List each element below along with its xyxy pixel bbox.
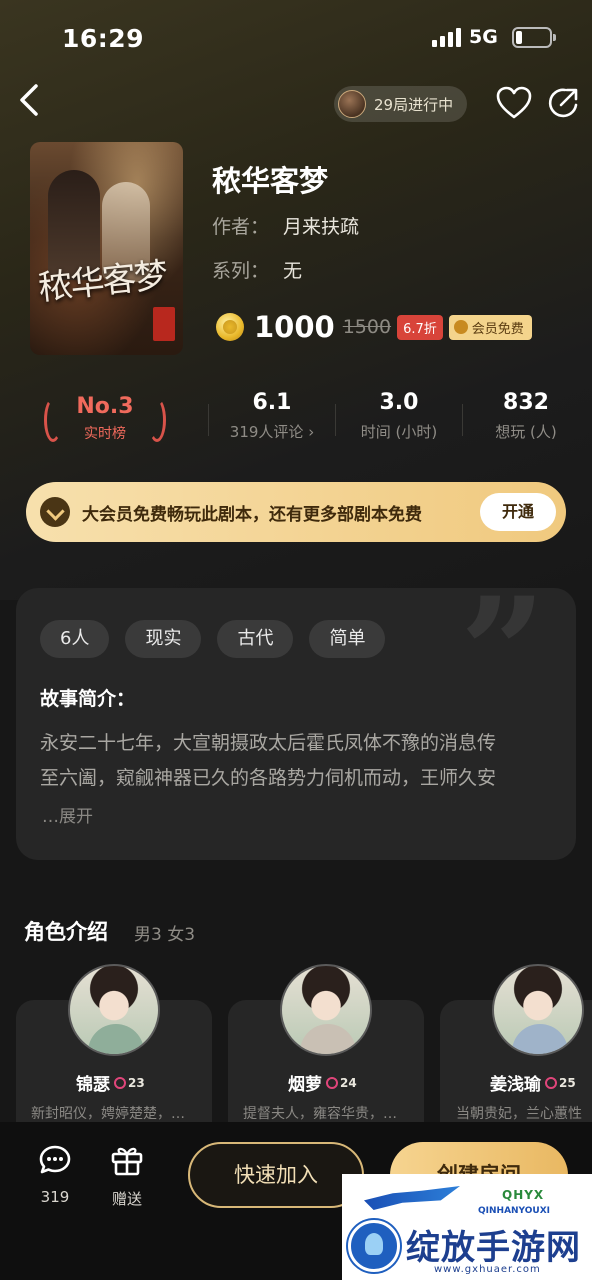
rating-label: 319人评论 › — [229, 423, 315, 441]
site-watermark: QHYX QINHANYOUXI 绽放手游网 www.gxhuaer.com — [342, 1174, 592, 1280]
network-type: 5G — [469, 26, 498, 48]
script-cover-image: 秾华客梦 — [30, 142, 183, 355]
player-avatar — [338, 90, 366, 118]
role-name-row: 姜浅瑜 25 — [490, 1070, 576, 1095]
role-description: 当朝贵妃，兰心蕙性 — [456, 1106, 582, 1122]
back-icon[interactable] — [14, 82, 44, 118]
coin-icon — [216, 313, 244, 341]
watermark-wave-logo — [364, 1186, 460, 1210]
vip-promo-banner[interactable]: 大会员免费畅玩此剧本，还有更多部剧本免费 开通 — [26, 482, 566, 542]
rank-stat[interactable]: No.3 实时榜 — [40, 392, 170, 452]
laurel-left-icon — [44, 398, 62, 442]
quick-join-button[interactable]: 快速加入 — [188, 1142, 364, 1208]
vip-free-label: 会员免费 — [471, 321, 524, 337]
duration-stat: 3.0 时间 (小时) — [336, 390, 462, 442]
comment-icon[interactable] — [38, 1144, 72, 1176]
watermark-sub: QINHANYOUXI — [478, 1206, 551, 1216]
role-name: 锦瑟 — [76, 1075, 110, 1095]
role-search-count: 24 — [326, 1076, 357, 1090]
role-avatar — [68, 964, 160, 1056]
quote-mark-icon: ” — [459, 588, 546, 741]
series-label: 系列： — [212, 260, 270, 282]
price-row: 1000 1500 6.7折 会员免费 — [216, 310, 532, 344]
role-description: 提督夫人，雍容华贵，… — [243, 1106, 397, 1122]
story-heading: 故事简介： — [40, 688, 136, 710]
duration-value: 3.0 — [379, 390, 419, 415]
tag-difficulty[interactable]: 简单 — [309, 620, 386, 658]
series-row: 系列： 无 — [212, 256, 302, 283]
role-avatar — [492, 964, 584, 1056]
rating-value: 6.1 — [252, 390, 292, 415]
rating-stat[interactable]: 6.1 319人评论 › — [209, 390, 335, 442]
progress-text: 29局进行中 — [374, 95, 454, 114]
script-title: 秾华客梦 — [212, 164, 329, 198]
roles-gender-count: 男3 女3 — [134, 925, 196, 945]
price: 1000 — [254, 310, 335, 344]
favorite-heart-icon[interactable] — [496, 86, 532, 120]
share-icon[interactable] — [546, 86, 580, 120]
laurel-right-icon — [148, 398, 166, 442]
duration-label: 时间 (小时) — [360, 423, 438, 441]
wants-stat: 832 想玩 (人) — [463, 390, 589, 442]
search-icon — [114, 1076, 126, 1089]
vip-free-badge: 会员免费 — [448, 314, 532, 340]
status-time: 16:29 — [62, 24, 145, 53]
series-value: 无 — [283, 260, 303, 282]
story-text: 永安二十七年，大宣朝摄政太后霍氏凤体不豫的消息传 至六阖，窥觎神器已久的各路势力… — [40, 726, 560, 796]
cover-seal — [153, 307, 175, 341]
search-icon — [545, 1076, 557, 1089]
role-search-count: 25 — [545, 1076, 576, 1090]
comments-count[interactable]: 319 — [38, 1188, 72, 1206]
original-price: 1500 — [342, 316, 392, 338]
role-name-row: 锦瑟 23 — [76, 1070, 145, 1095]
vip-crown-icon — [453, 320, 468, 334]
signal-icon — [432, 27, 461, 47]
games-in-progress-pill[interactable]: 29局进行中 — [334, 86, 468, 122]
gift-label[interactable]: 赠送 — [108, 1188, 146, 1209]
expand-link[interactable]: …展开 — [42, 802, 93, 827]
role-description: 新封昭仪，娉婷楚楚，… — [31, 1106, 185, 1122]
story-line: 至六阖，窥觎神器已久的各路势力伺机而动，王师久安 — [40, 767, 497, 789]
status-indicators: 5G — [432, 26, 556, 48]
author-label: 作者： — [212, 216, 270, 238]
roles-heading: 角色介绍 — [24, 920, 108, 944]
discount-badge: 6.7折 — [397, 314, 443, 340]
battery-icon — [511, 26, 556, 48]
vip-activate-button[interactable]: 开通 — [480, 493, 556, 531]
role-search-count: 23 — [114, 1076, 145, 1090]
gift-icon[interactable] — [110, 1144, 144, 1176]
role-avatar — [280, 964, 372, 1056]
story-card: ” 6人 现实 古代 简单 故事简介： 永安二十七年，大宣朝摄政太后霍氏凤体不豫… — [16, 588, 576, 860]
vip-promo-text: 大会员免费畅玩此剧本，还有更多部剧本免费 — [82, 504, 422, 525]
tag-players[interactable]: 6人 — [40, 620, 110, 658]
author-name[interactable]: 月来扶疏 — [283, 216, 359, 238]
wants-value: 832 — [503, 390, 549, 415]
tag-genre[interactable]: 现实 — [125, 620, 202, 658]
watermark-octopus-logo — [348, 1220, 400, 1272]
watermark-mark: QHYX — [502, 1188, 545, 1202]
role-name-row: 烟萝 24 — [288, 1070, 357, 1095]
wants-label: 想玩 (人) — [495, 423, 557, 441]
story-line: 永安二十七年，大宣朝摄政太后霍氏凤体不豫的消息传 — [40, 732, 497, 754]
tag-list: 6人 现实 古代 简单 — [40, 620, 386, 658]
watermark-url: www.gxhuaer.com — [434, 1264, 541, 1275]
role-name: 烟萝 — [288, 1075, 322, 1095]
tag-era[interactable]: 古代 — [217, 620, 294, 658]
role-name: 姜浅瑜 — [490, 1075, 541, 1095]
watermark-name: 绽放手游网 — [406, 1228, 581, 1268]
search-icon — [326, 1076, 338, 1089]
author-row: 作者： 月来扶疏 — [212, 212, 359, 239]
vip-badge-icon — [40, 497, 70, 527]
